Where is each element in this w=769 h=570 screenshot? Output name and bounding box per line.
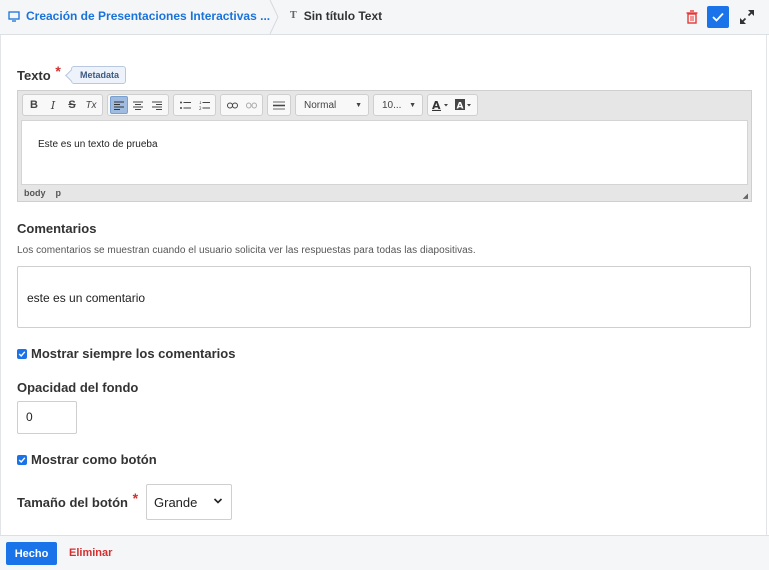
align-center-icon[interactable] (129, 96, 147, 114)
align-right-icon[interactable] (148, 96, 166, 114)
clear-format-button[interactable]: Tx (82, 96, 100, 114)
horizontal-rule-icon[interactable] (270, 96, 288, 114)
texto-label: Texto * (17, 63, 61, 83)
chevron-down-icon: ▼ (409, 101, 416, 109)
bottom-bar: Hecho Eliminar (0, 535, 769, 570)
presentation-icon (8, 10, 20, 22)
expand-icon[interactable] (738, 8, 756, 26)
toolbar-group-lists: 12 (173, 94, 216, 116)
done-button[interactable]: Hecho (6, 542, 57, 565)
comentarios-label: Comentarios (17, 221, 97, 236)
rich-text-editor: B I S Tx 12 Normal ▼ 10... ▼ A A Este es… (17, 90, 752, 202)
always-show-comments-label: Mostrar siempre los comentarios (31, 346, 236, 361)
breadcrumb-current-label: Sin título Text (303, 9, 383, 23)
svg-text:2: 2 (199, 106, 202, 110)
unlink-icon[interactable] (242, 96, 260, 114)
opacity-label: Opacidad del fondo (17, 380, 139, 395)
editor-content-text: Este es un texto de prueba (38, 139, 158, 150)
svg-text:A: A (457, 102, 464, 112)
required-mark: * (55, 63, 61, 79)
breadcrumb-parent-label: Creación de Presentaciones Interactivas … (26, 9, 271, 23)
button-size-select[interactable]: Grande (146, 484, 232, 520)
comentarios-value: este es un comentario (27, 291, 146, 305)
opacity-input[interactable]: 0 (17, 401, 77, 434)
svg-text:A: A (432, 99, 441, 111)
font-size-select-value: 10... (382, 99, 402, 111)
background-color-icon[interactable]: A (453, 96, 475, 114)
metadata-tag[interactable]: Metadata (71, 66, 127, 84)
breadcrumb-parent-link[interactable]: Creación de Presentaciones Interactivas … (8, 9, 270, 23)
toolbar-group-basic: B I S Tx (22, 94, 103, 116)
breadcrumb-separator (269, 0, 279, 34)
align-left-icon[interactable] (110, 96, 128, 114)
panel-border-right (766, 35, 767, 535)
comentarios-description: Los comentarios se muestran cuando el us… (17, 245, 476, 256)
button-size-label-text: Tamaño del botón (17, 495, 128, 510)
bulleted-list-icon[interactable] (176, 96, 194, 114)
path-p[interactable]: p (56, 188, 62, 198)
type-t-icon: T (290, 11, 297, 21)
text-color-icon[interactable]: A (430, 96, 452, 114)
show-as-button-checkbox[interactable]: Mostrar como botón (17, 452, 157, 467)
chevron-down-icon: ▼ (355, 101, 362, 109)
toolbar-group-colors: A A (427, 94, 478, 116)
button-size-label: Tamaño del botón * (17, 490, 138, 510)
font-size-select[interactable]: 10... ▼ (373, 94, 423, 116)
checkbox-checked-icon[interactable] (17, 454, 27, 465)
format-select-value: Normal (304, 99, 337, 111)
svg-text:1: 1 (199, 101, 202, 105)
numbered-list-icon[interactable]: 12 (195, 96, 213, 114)
top-bar: Creación de Presentaciones Interactivas … (0, 0, 769, 35)
trash-icon[interactable] (683, 8, 701, 26)
always-show-comments-checkbox[interactable]: Mostrar siempre los comentarios (17, 346, 235, 361)
required-mark: * (132, 490, 139, 506)
strike-button[interactable]: S (63, 96, 81, 114)
resize-handle-icon[interactable]: ◢ (743, 192, 748, 200)
chevron-down-icon (213, 498, 223, 504)
breadcrumb-current: T Sin título Text (290, 9, 382, 23)
show-as-button-label: Mostrar como botón (31, 452, 157, 467)
italic-button[interactable]: I (44, 96, 62, 114)
toolbar-group-links (220, 94, 263, 116)
toolbar-group-rule (267, 94, 291, 116)
bold-button[interactable]: B (25, 96, 43, 114)
format-select[interactable]: Normal ▼ (295, 94, 369, 116)
panel-border-left (0, 35, 1, 535)
link-icon[interactable] (223, 96, 241, 114)
texto-label-text: Texto (17, 68, 51, 83)
editor-toolbar: B I S Tx 12 Normal ▼ 10... ▼ A A (22, 94, 478, 116)
element-path: body p (24, 188, 61, 198)
comentarios-textarea[interactable]: este es un comentario (17, 266, 751, 328)
editor-content-area[interactable]: Este es un texto de prueba (21, 120, 748, 185)
checkbox-checked-icon[interactable] (17, 348, 27, 359)
toolbar-group-align (107, 94, 169, 116)
check-icon (712, 12, 724, 22)
remove-button[interactable]: Eliminar (69, 547, 112, 559)
confirm-button[interactable] (707, 6, 729, 28)
button-size-value: Grande (154, 494, 198, 510)
path-body[interactable]: body (24, 188, 46, 198)
